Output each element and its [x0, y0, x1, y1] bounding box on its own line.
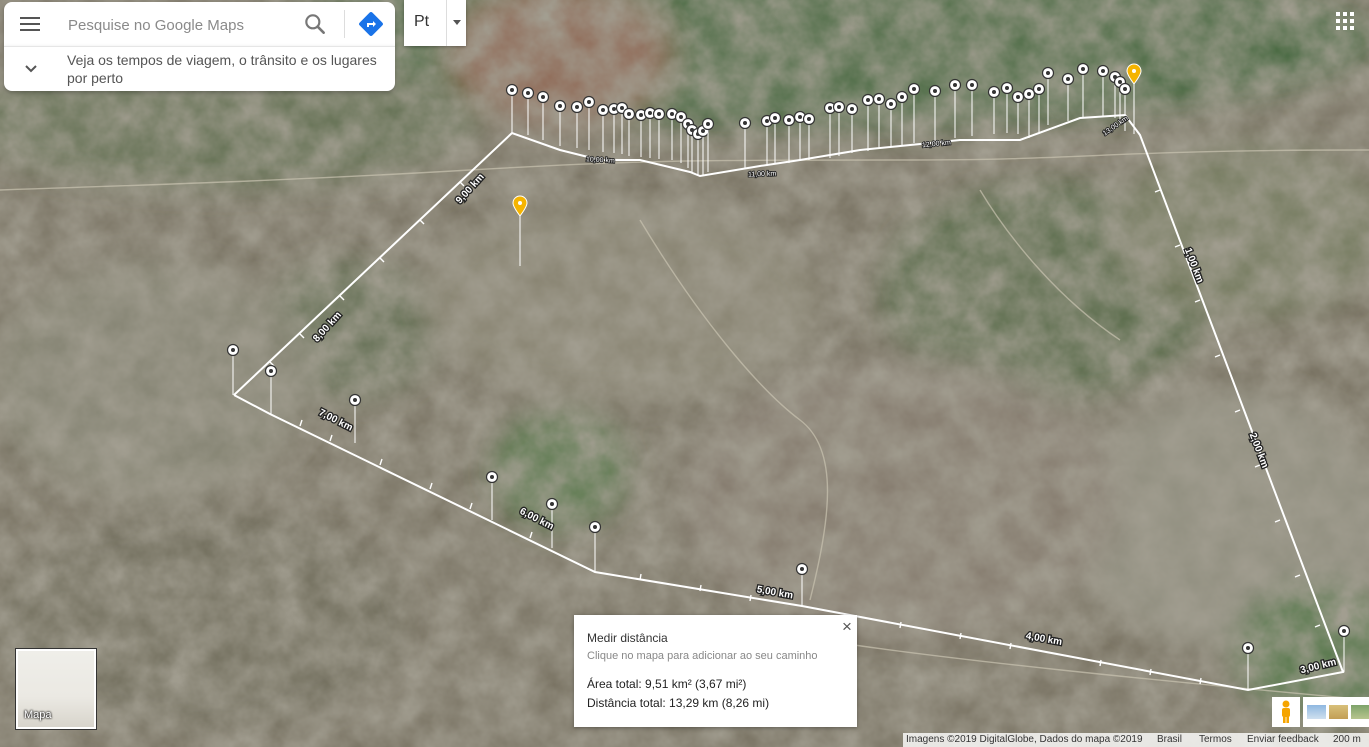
- directions-icon[interactable]: [357, 10, 385, 38]
- imagery-thumbnail[interactable]: [1351, 705, 1369, 719]
- caret-down-icon[interactable]: [446, 0, 467, 46]
- chevron-down-icon[interactable]: [22, 60, 40, 78]
- measure-distance-card: Medir distância Clique no mapa para adic…: [574, 615, 857, 727]
- distance-label-small: 11,00 km: [748, 171, 777, 179]
- imagery-thumbnails[interactable]: [1303, 697, 1369, 727]
- imagery-thumbnail[interactable]: [1307, 705, 1326, 719]
- search-input[interactable]: [66, 12, 298, 38]
- search-divider: [344, 10, 345, 38]
- measure-distance: Distância total: 13,29 km (8,26 mi): [587, 696, 770, 710]
- country-link[interactable]: Brasil: [1157, 734, 1182, 745]
- apps-grid-icon[interactable]: [1336, 12, 1354, 30]
- map-layer-toggle[interactable]: Mapa: [15, 648, 97, 730]
- nearby-panel-text: Veja os tempos de viagem, o trânsito e o…: [67, 52, 377, 86]
- language-button[interactable]: Pt: [404, 0, 466, 46]
- measure-title: Medir distância: [587, 631, 668, 645]
- map-footer: Imagens ©2019 DigitalGlobe, Dados do map…: [903, 733, 1369, 747]
- imagery-thumbnail[interactable]: [1329, 705, 1348, 719]
- menu-icon[interactable]: [18, 13, 42, 37]
- close-icon[interactable]: ×: [838, 618, 856, 636]
- pegman-icon[interactable]: [1272, 697, 1300, 727]
- nearby-panel[interactable]: Veja os tempos de viagem, o trânsito e o…: [4, 46, 395, 91]
- terms-link[interactable]: Termos: [1199, 734, 1232, 745]
- search-icon[interactable]: [302, 11, 328, 37]
- search-box: [4, 2, 395, 46]
- measure-hint: Clique no mapa para adicionar ao seu cam…: [587, 650, 818, 662]
- imagery-attribution: Imagens ©2019 DigitalGlobe, Dados do map…: [906, 734, 1143, 745]
- layer-label: Mapa: [24, 709, 52, 721]
- language-label: Pt: [414, 13, 430, 30]
- feedback-link[interactable]: Enviar feedback: [1247, 734, 1319, 745]
- scale-label: 200 m: [1333, 734, 1361, 745]
- measure-area: Área total: 9,51 km² (3,67 mi²): [587, 677, 747, 691]
